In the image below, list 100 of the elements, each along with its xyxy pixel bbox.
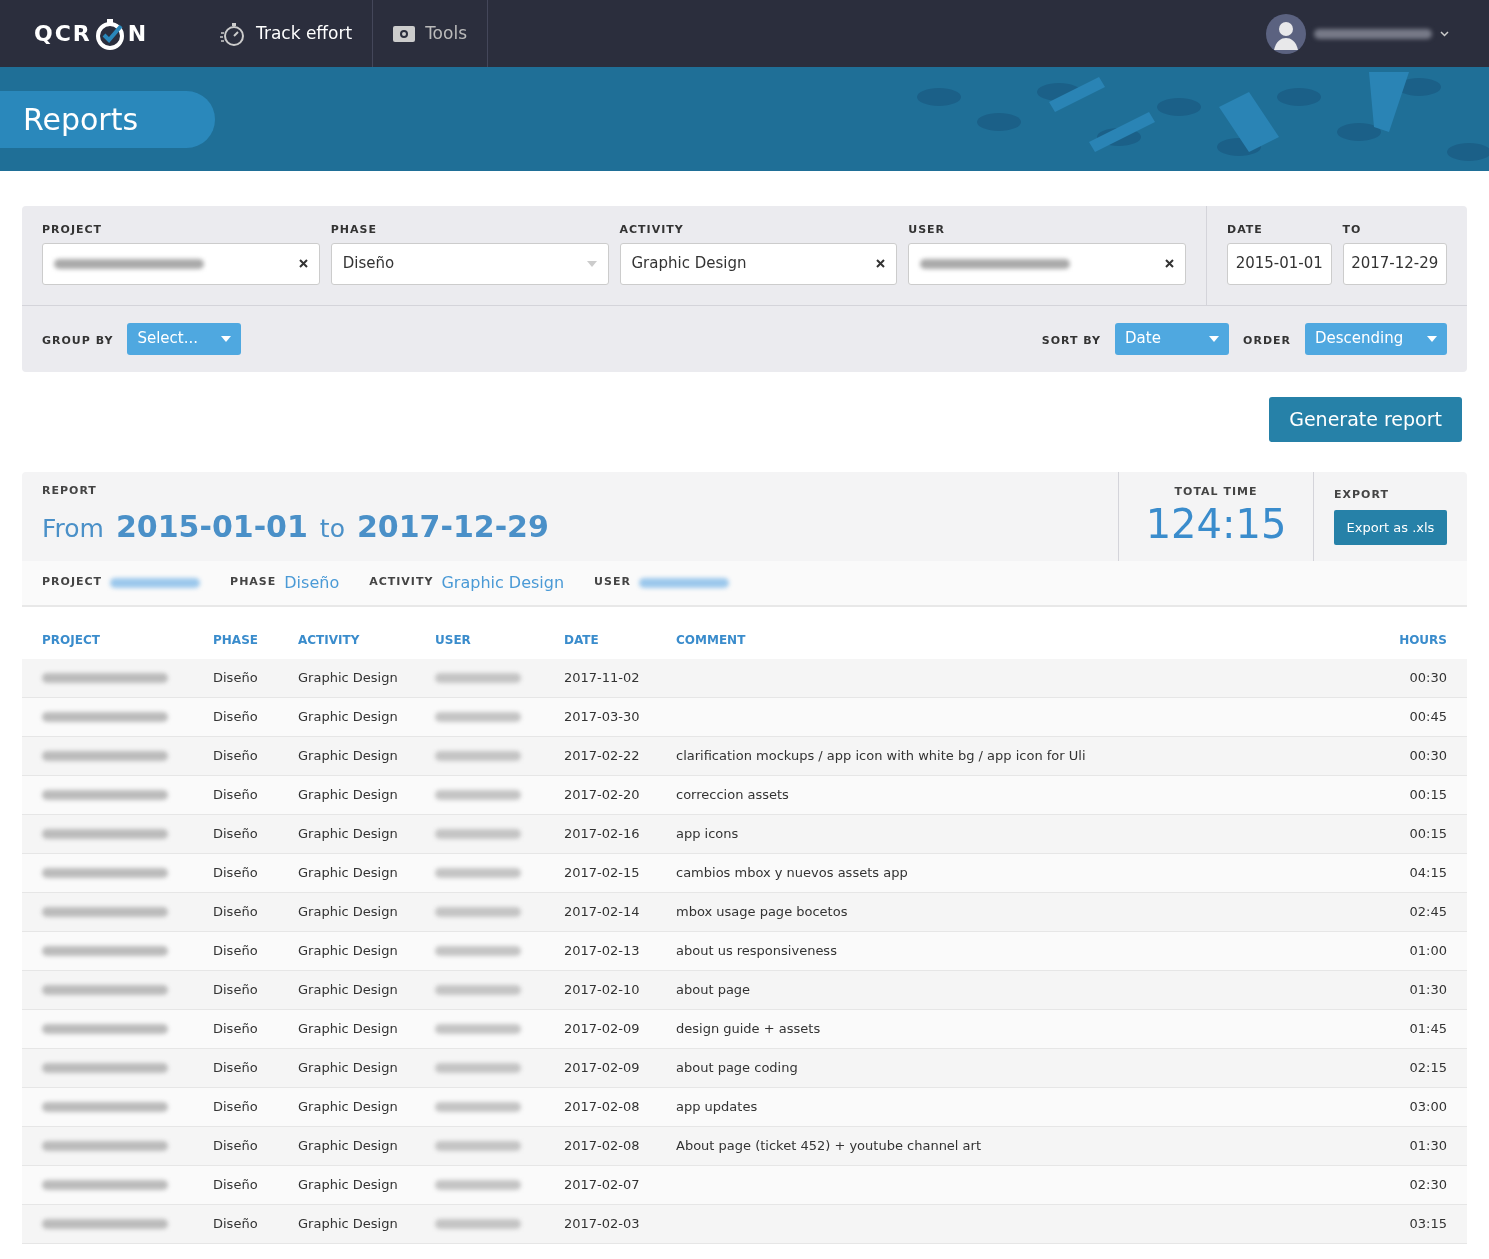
table-cell-text: 04:15 xyxy=(1409,863,1447,882)
table-cell-text: 2017-02-22 xyxy=(564,746,640,765)
table-cell-text: Graphic Design xyxy=(298,980,398,999)
table-cell-text: Diseño xyxy=(213,980,258,999)
table-cell-text: Diseño xyxy=(213,1019,258,1038)
table-cell-text: Graphic Design xyxy=(298,941,398,960)
table-cell-text: 01:30 xyxy=(1409,980,1447,999)
select-dropdown[interactable]: Descending xyxy=(1305,322,1447,355)
table-cell-text: 2017-02-13 xyxy=(564,941,640,960)
clear-icon[interactable] xyxy=(876,259,886,268)
table-cell-text: Graphic Design xyxy=(298,707,398,726)
table-cell-text: Diseño xyxy=(213,863,258,882)
table-cell-text: design guide + assets xyxy=(676,1019,821,1038)
column-header[interactable]: ACTIVITY xyxy=(298,632,360,647)
table-cell-text: Diseño xyxy=(213,824,258,843)
table-cell-text: app icons xyxy=(676,824,739,843)
summary-label: ACTIVITY xyxy=(369,574,434,591)
table-cell-text: cambios mbox y nuevos assets app xyxy=(676,863,908,882)
table-cell-text: correccion assets xyxy=(676,785,789,804)
field-label: ACTIVITY xyxy=(619,222,685,238)
table-cell-text: 2017-02-14 xyxy=(564,902,640,921)
table-cell-text: Diseño xyxy=(213,1058,258,1077)
column-header[interactable]: DATE xyxy=(564,632,599,647)
from-word: From xyxy=(42,512,104,545)
column-header[interactable]: PHASE xyxy=(213,632,258,647)
field-label: TO xyxy=(1342,222,1363,238)
table-cell-text: Diseño xyxy=(213,746,258,765)
field-value: Diseño xyxy=(342,253,395,275)
table-cell-text: 03:15 xyxy=(1409,1214,1447,1233)
generate-report-button[interactable]: Generate report xyxy=(1269,396,1462,442)
table-cell-text: 2017-11-02 xyxy=(564,668,640,687)
table-cell-text: Graphic Design xyxy=(298,746,398,765)
table-cell-text: Graphic Design xyxy=(298,785,398,804)
chevron-down-icon[interactable] xyxy=(1440,30,1449,37)
logo[interactable]: QCR N xyxy=(0,0,200,67)
select-dropdown[interactable]: Select... xyxy=(127,322,242,355)
summary-label: PROJECT xyxy=(42,574,103,591)
clear-icon[interactable] xyxy=(1165,259,1174,268)
camera-icon xyxy=(393,25,416,42)
table-cell-text: Diseño xyxy=(213,668,258,687)
table-cell-text: Diseño xyxy=(213,785,258,804)
table-cell-text: 03:00 xyxy=(1409,1097,1447,1116)
date-field[interactable]: 2017-12-29 xyxy=(1342,242,1447,285)
table-cell-text: Diseño xyxy=(213,1214,258,1233)
table-cell-text: 00:15 xyxy=(1409,824,1447,843)
total-time-label: TOTAL TIME xyxy=(1174,483,1258,500)
caret-down-icon xyxy=(1427,335,1437,342)
select-dropdown[interactable]: Date xyxy=(1115,322,1230,355)
table-cell-text: Graphic Design xyxy=(298,1136,398,1155)
filter-field[interactable]: Diseño xyxy=(330,242,609,285)
caret-down-icon xyxy=(1209,335,1220,342)
table-cell-text: Diseño xyxy=(213,902,258,921)
table-cell-text: About page (ticket 452) + youtube channel art xyxy=(676,1136,982,1155)
summary-value: Graphic Design xyxy=(441,571,565,594)
field-label: USER xyxy=(908,222,947,238)
filter-field[interactable]: Graphic Design xyxy=(619,242,898,285)
field-value: Graphic Design xyxy=(631,253,747,275)
table-cell-text: 2017-02-16 xyxy=(564,824,640,843)
table-cell-text: 02:30 xyxy=(1409,1175,1447,1194)
column-header[interactable]: USER xyxy=(435,632,471,647)
select-label: SORT BY xyxy=(1041,333,1102,350)
table-cell-text: about page xyxy=(676,980,751,999)
field-label: PROJECT xyxy=(42,222,104,238)
table-cell-text: 2017-02-09 xyxy=(564,1058,640,1077)
column-header[interactable]: HOURS xyxy=(1399,632,1447,647)
table-cell-text: Graphic Design xyxy=(298,1058,398,1077)
clear-icon[interactable] xyxy=(298,259,308,268)
filter-field[interactable] xyxy=(908,242,1186,285)
field-label: PHASE xyxy=(330,222,378,238)
table-cell-text: 02:15 xyxy=(1409,1058,1447,1077)
export-button[interactable]: Export as .xls xyxy=(1334,509,1447,545)
export-label: EXPORT xyxy=(1334,487,1390,504)
table-cell-text: mbox usage page bocetos xyxy=(676,902,848,921)
table-cell-text: 02:45 xyxy=(1409,902,1447,921)
table-cell-text: 2017-02-03 xyxy=(564,1214,640,1233)
table-cell-text: Graphic Design xyxy=(298,668,398,687)
table-cell-text: Diseño xyxy=(213,1136,258,1155)
avatar-icon[interactable] xyxy=(1266,13,1306,54)
table-cell-text: Diseño xyxy=(213,1175,258,1194)
table-cell-text: 00:15 xyxy=(1409,785,1447,804)
table-cell-text: 01:30 xyxy=(1409,1136,1447,1155)
summary-value: Diseño xyxy=(284,571,340,594)
report-label: REPORT xyxy=(42,483,98,500)
column-header[interactable]: COMMENT xyxy=(676,632,746,647)
table-cell-text: clarification mockups / app icon with white bg / app icon for Uli xyxy=(676,746,1086,765)
table-cell-text: 2017-02-07 xyxy=(564,1175,640,1194)
total-time: 124:15 xyxy=(1145,500,1287,549)
table-cell-text: about us responsiveness xyxy=(676,941,837,960)
select-label: ORDER xyxy=(1243,333,1291,350)
table-cell-text: 01:45 xyxy=(1409,1019,1447,1038)
table-cell-text: 2017-02-08 xyxy=(564,1097,640,1116)
summary-label: PHASE xyxy=(230,574,277,591)
table-cell-text: Graphic Design xyxy=(298,1097,398,1116)
table-cell-text: Graphic Design xyxy=(298,863,398,882)
to-word: to xyxy=(319,512,345,545)
date-field[interactable]: 2015-01-01 xyxy=(1227,242,1332,285)
table-cell-text: 00:30 xyxy=(1409,746,1447,765)
table-cell-text: Diseño xyxy=(213,707,258,726)
filter-field[interactable] xyxy=(42,242,320,285)
column-header[interactable]: PROJECT xyxy=(42,632,100,647)
